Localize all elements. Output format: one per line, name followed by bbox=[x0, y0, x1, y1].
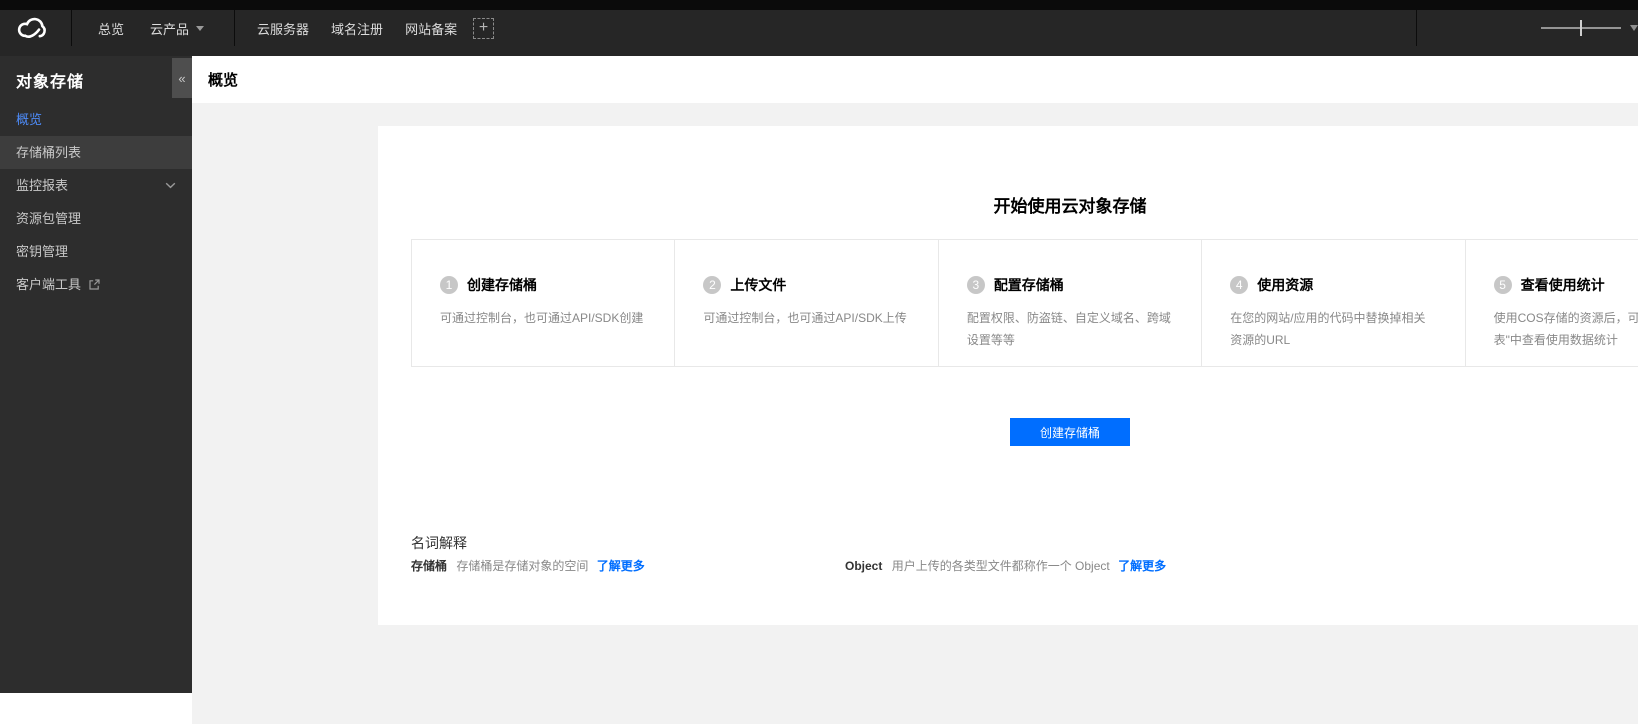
chevron-down-icon bbox=[165, 182, 176, 189]
step-title: 创建存储桶 bbox=[467, 277, 537, 293]
glossary-row: 存储桶 存储桶是存储对象的空间 了解更多 Object 用户上传的各类型文件都称… bbox=[411, 558, 1638, 575]
step-configure-bucket: 3 配置存储桶 配置权限、防盗链、自定义域名、跨域设置等等 bbox=[937, 240, 1201, 366]
glossary-desc: 用户上传的各类型文件都称作一个 Object bbox=[891, 559, 1110, 573]
nav-cloud-products[interactable]: 云产品 bbox=[150, 19, 205, 38]
sidebar-item-resource-packs[interactable]: 资源包管理 bbox=[0, 202, 192, 235]
top-navbar: 总览 云产品 云服务器 域名注册 网站备案 + bbox=[0, 0, 1638, 56]
sidebar-header: 对象存储 « bbox=[0, 56, 192, 103]
navbar-divider bbox=[234, 10, 236, 46]
create-bucket-button[interactable]: 创建存储桶 bbox=[1010, 418, 1130, 446]
step-description: 使用COS存储的资源后，可到"监控报表"中查看使用数据统计 bbox=[1493, 311, 1638, 347]
steps-panel: 1 创建存储桶 可通过控制台，也可通过API/SDK创建 2 上传文件 可通过控… bbox=[411, 239, 1638, 367]
nav-shortcut-domain[interactable]: 域名注册 bbox=[331, 19, 383, 38]
learn-more-link[interactable]: 了解更多 bbox=[597, 559, 645, 573]
chevron-down-icon bbox=[196, 25, 205, 31]
sidebar-item-monitor-reports[interactable]: 监控报表 bbox=[0, 169, 192, 202]
step-number-badge: 3 bbox=[966, 276, 985, 294]
sidebar-product-title: 对象存储 bbox=[16, 74, 85, 91]
sidebar-item-label: 存储桶列表 bbox=[16, 145, 82, 160]
sidebar-item-label: 概览 bbox=[16, 112, 43, 127]
glossary-title: 名词解释 bbox=[411, 535, 467, 551]
step-number-badge: 4 bbox=[1230, 276, 1249, 294]
learn-more-link[interactable]: 了解更多 bbox=[1118, 559, 1166, 573]
step-number-badge: 5 bbox=[1493, 276, 1512, 294]
step-number-badge: 1 bbox=[440, 276, 458, 294]
step-title: 查看使用统计 bbox=[1520, 277, 1605, 293]
step-title: 上传文件 bbox=[730, 277, 787, 293]
glossary-item-bucket: 存储桶 存储桶是存储对象的空间 了解更多 bbox=[411, 558, 845, 575]
sidebar-item-label: 资源包管理 bbox=[16, 211, 82, 226]
step-description: 可通过控制台，也可通过API/SDK上传 bbox=[703, 311, 907, 325]
step-create-bucket: 1 创建存储桶 可通过控制台，也可通过API/SDK创建 bbox=[412, 240, 674, 366]
nav-shortcut-icp[interactable]: 网站备案 bbox=[405, 19, 457, 38]
page-title: 概览 bbox=[208, 72, 239, 89]
add-shortcut-button[interactable]: + bbox=[473, 17, 495, 39]
step-title: 配置存储桶 bbox=[993, 277, 1064, 293]
sidebar-item-label: 监控报表 bbox=[16, 178, 69, 193]
content-area: 开始使用云对象存储 1 创建存储桶 可通过控制台，也可通过API/SDK创建 2… bbox=[192, 103, 1638, 724]
nav-cloud-products-label: 云产品 bbox=[150, 21, 190, 37]
step-description: 在您的网站/应用的代码中替换掉相关资源的URL bbox=[1230, 311, 1426, 347]
glossary-desc: 存储桶是存储对象的空间 bbox=[456, 559, 589, 573]
sidebar-item-bucket-list[interactable]: 存储桶列表 bbox=[0, 136, 192, 169]
sidebar-item-key-management[interactable]: 密钥管理 bbox=[0, 235, 192, 268]
navbar-divider bbox=[71, 10, 72, 46]
nav-shortcut-cvm[interactable]: 云服务器 bbox=[257, 19, 309, 38]
card-title: 开始使用云对象存储 bbox=[993, 197, 1147, 216]
step-use-resources: 4 使用资源 在您的网站/应用的代码中替换掉相关资源的URL bbox=[1201, 240, 1464, 366]
glossary-term: 存储桶 bbox=[411, 559, 448, 573]
step-number-badge: 2 bbox=[703, 276, 722, 294]
sidebar-item-label: 密钥管理 bbox=[16, 244, 69, 259]
sidebar-item-label: 客户端工具 bbox=[16, 277, 82, 292]
tencent-cloud-logo-icon[interactable] bbox=[16, 15, 47, 42]
nav-overview[interactable]: 总览 bbox=[98, 19, 124, 38]
external-link-icon bbox=[89, 279, 100, 290]
getting-started-card: 开始使用云对象存储 1 创建存储桶 可通过控制台，也可通过API/SDK创建 2… bbox=[378, 126, 1638, 625]
sidebar-item-overview[interactable]: 概览 bbox=[0, 103, 192, 136]
account-placeholder-icon bbox=[1541, 20, 1621, 36]
chevron-down-icon bbox=[1630, 25, 1638, 31]
step-description: 配置权限、防盗链、自定义域名、跨域设置等等 bbox=[966, 311, 1171, 347]
step-title: 使用资源 bbox=[1257, 277, 1314, 293]
navbar-divider bbox=[1416, 10, 1417, 46]
glossary-item-object: Object 用户上传的各类型文件都称作一个 Object 了解更多 bbox=[845, 558, 1166, 575]
sidebar-collapse-button[interactable]: « bbox=[172, 58, 192, 98]
page-header: 概览 bbox=[192, 56, 1638, 103]
step-view-statistics: 5 查看使用统计 使用COS存储的资源后，可到"监控报表"中查看使用数据统计 bbox=[1464, 240, 1638, 366]
glossary-term: Object bbox=[845, 559, 883, 573]
sidebar: 对象存储 « 概览 存储桶列表 监控报表 资源包管理 密钥管理 客户端工具 bbox=[0, 56, 192, 693]
step-description: 可通过控制台，也可通过API/SDK创建 bbox=[440, 311, 644, 325]
sidebar-item-client-tools[interactable]: 客户端工具 bbox=[0, 268, 192, 301]
step-upload-file: 2 上传文件 可通过控制台，也可通过API/SDK上传 bbox=[674, 240, 937, 366]
account-menu[interactable] bbox=[1541, 19, 1638, 37]
